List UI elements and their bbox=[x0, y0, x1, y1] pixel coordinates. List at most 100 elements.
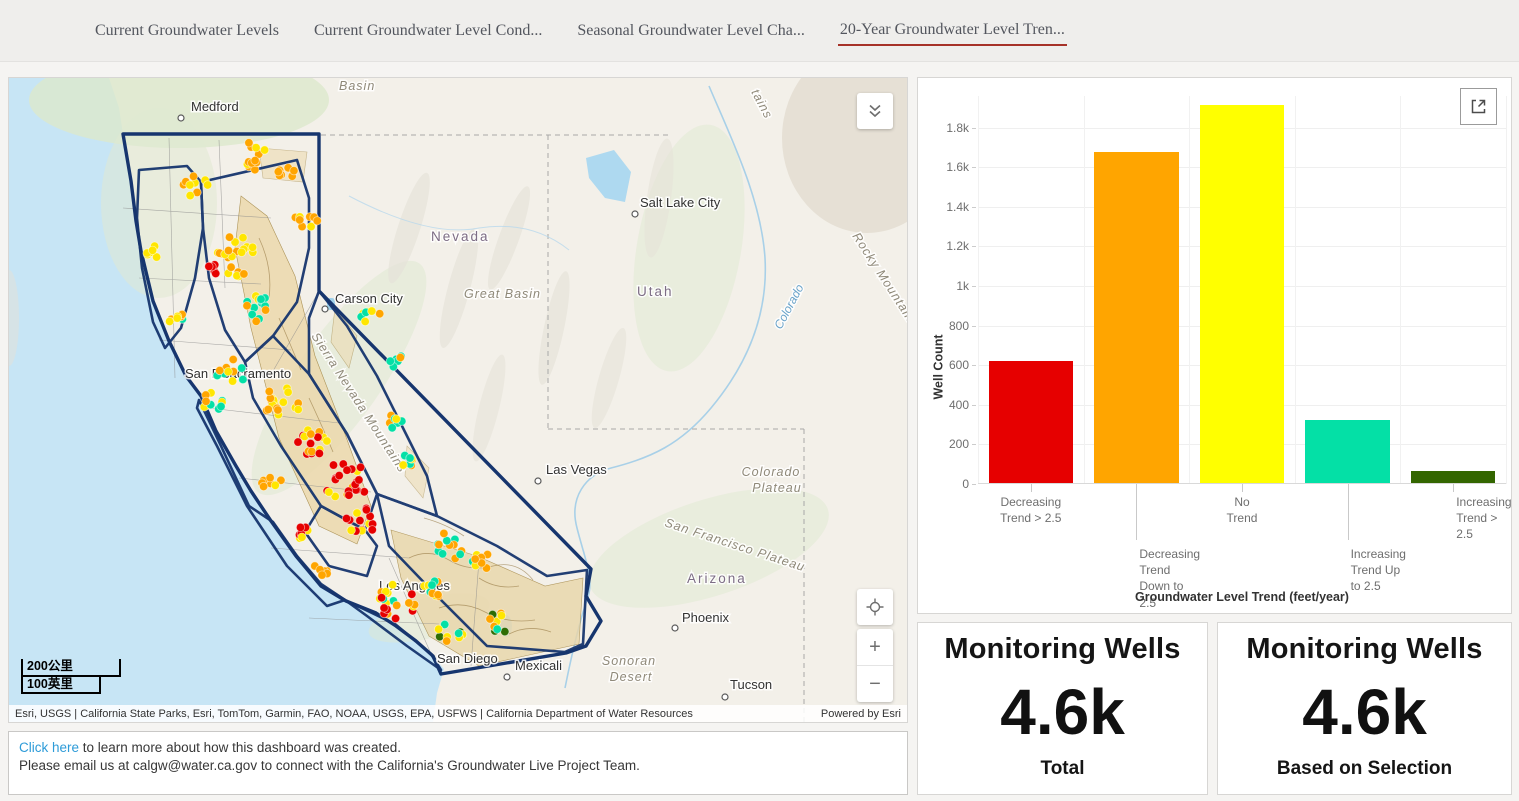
bar-3[interactable] bbox=[1305, 420, 1389, 483]
bar-4[interactable] bbox=[1411, 471, 1495, 483]
well-marker[interactable] bbox=[294, 405, 302, 413]
well-marker[interactable] bbox=[440, 529, 448, 537]
well-marker[interactable] bbox=[260, 146, 268, 154]
well-marker[interactable] bbox=[189, 172, 197, 180]
well-marker[interactable] bbox=[224, 246, 232, 254]
well-marker[interactable] bbox=[368, 307, 376, 315]
tab-0[interactable]: Current Groundwater Levels bbox=[93, 16, 281, 45]
well-marker[interactable] bbox=[335, 471, 343, 479]
well-marker[interactable] bbox=[486, 615, 494, 623]
well-marker[interactable] bbox=[353, 509, 361, 517]
well-marker[interactable] bbox=[362, 506, 370, 514]
zoom-out-button[interactable]: − bbox=[857, 666, 893, 702]
click-here-link[interactable]: Click here bbox=[19, 740, 79, 755]
tab-3-active[interactable]: 20-Year Groundwater Level Tren... bbox=[838, 15, 1067, 46]
well-marker[interactable] bbox=[329, 461, 337, 469]
well-marker[interactable] bbox=[238, 364, 246, 372]
locate-button[interactable] bbox=[857, 589, 893, 625]
well-marker[interactable] bbox=[388, 424, 396, 432]
well-marker[interactable] bbox=[376, 310, 384, 318]
well-marker[interactable] bbox=[261, 306, 269, 314]
well-marker[interactable] bbox=[438, 550, 446, 558]
tab-2[interactable]: Seasonal Groundwater Level Cha... bbox=[575, 16, 806, 45]
well-marker[interactable] bbox=[217, 402, 225, 410]
well-marker[interactable] bbox=[225, 233, 233, 241]
well-marker[interactable] bbox=[205, 262, 213, 270]
well-marker[interactable] bbox=[307, 430, 315, 438]
well-marker[interactable] bbox=[380, 604, 388, 612]
well-marker[interactable] bbox=[245, 139, 253, 147]
well-marker[interactable] bbox=[408, 590, 416, 598]
well-marker[interactable] bbox=[265, 387, 273, 395]
well-marker[interactable] bbox=[229, 355, 237, 363]
well-marker[interactable] bbox=[391, 614, 399, 622]
well-marker[interactable] bbox=[237, 248, 245, 256]
well-marker[interactable] bbox=[342, 514, 350, 522]
well-marker[interactable] bbox=[202, 397, 210, 405]
california-groundwater-map[interactable]: MedfordSalt Lake CityCarson CityLas Vega… bbox=[9, 78, 907, 722]
bar-2[interactable] bbox=[1200, 105, 1284, 483]
well-marker[interactable] bbox=[274, 406, 282, 414]
well-marker[interactable] bbox=[294, 438, 302, 446]
well-marker[interactable] bbox=[454, 629, 462, 637]
well-marker[interactable] bbox=[356, 516, 364, 524]
well-marker[interactable] bbox=[224, 368, 232, 376]
well-marker[interactable] bbox=[368, 526, 376, 534]
well-marker[interactable] bbox=[493, 625, 501, 633]
well-marker[interactable] bbox=[228, 377, 236, 385]
well-marker[interactable] bbox=[399, 461, 407, 469]
bar-1[interactable] bbox=[1094, 152, 1178, 483]
well-marker[interactable] bbox=[343, 466, 351, 474]
well-marker[interactable] bbox=[264, 405, 272, 413]
well-marker[interactable] bbox=[388, 581, 396, 589]
well-marker[interactable] bbox=[356, 463, 364, 471]
well-marker[interactable] bbox=[274, 168, 282, 176]
well-marker[interactable] bbox=[266, 474, 274, 482]
zoom-in-button[interactable]: + bbox=[857, 629, 893, 666]
well-marker[interactable] bbox=[240, 270, 248, 278]
well-marker[interactable] bbox=[405, 599, 413, 607]
well-marker[interactable] bbox=[173, 314, 181, 322]
well-marker[interactable] bbox=[434, 591, 442, 599]
well-marker[interactable] bbox=[251, 156, 259, 164]
collapse-panel-button[interactable] bbox=[857, 93, 893, 129]
well-marker[interactable] bbox=[203, 181, 211, 189]
well-marker[interactable] bbox=[347, 526, 355, 534]
well-marker[interactable] bbox=[355, 476, 363, 484]
well-marker[interactable] bbox=[443, 637, 451, 645]
well-marker[interactable] bbox=[406, 454, 414, 462]
well-marker[interactable] bbox=[239, 234, 247, 242]
well-marker[interactable] bbox=[315, 449, 323, 457]
well-marker[interactable] bbox=[165, 317, 173, 325]
well-marker[interactable] bbox=[148, 246, 156, 254]
well-marker[interactable] bbox=[396, 353, 404, 361]
well-marker[interactable] bbox=[296, 523, 304, 531]
well-marker[interactable] bbox=[471, 555, 479, 563]
well-marker[interactable] bbox=[298, 533, 306, 541]
well-marker[interactable] bbox=[257, 295, 265, 303]
well-marker[interactable] bbox=[313, 217, 321, 225]
well-marker[interactable] bbox=[345, 491, 353, 499]
tab-1[interactable]: Current Groundwater Level Cond... bbox=[312, 16, 544, 45]
bar-0[interactable] bbox=[989, 361, 1073, 483]
well-marker[interactable] bbox=[227, 263, 235, 271]
well-marker[interactable] bbox=[279, 398, 287, 406]
well-marker[interactable] bbox=[386, 357, 394, 365]
well-marker[interactable] bbox=[271, 481, 279, 489]
well-marker[interactable] bbox=[296, 216, 304, 224]
well-marker[interactable] bbox=[456, 550, 464, 558]
well-marker[interactable] bbox=[435, 540, 443, 548]
well-marker[interactable] bbox=[377, 594, 385, 602]
well-marker[interactable] bbox=[497, 611, 505, 619]
well-marker[interactable] bbox=[252, 144, 260, 152]
well-marker[interactable] bbox=[259, 482, 267, 490]
well-marker[interactable] bbox=[325, 488, 333, 496]
well-marker[interactable] bbox=[434, 625, 442, 633]
well-marker[interactable] bbox=[186, 191, 194, 199]
powered-by-esri[interactable]: Powered by Esri bbox=[821, 708, 901, 720]
well-marker[interactable] bbox=[239, 375, 247, 383]
well-marker[interactable] bbox=[392, 415, 400, 423]
well-marker[interactable] bbox=[360, 488, 368, 496]
well-marker[interactable] bbox=[248, 243, 256, 251]
well-marker[interactable] bbox=[323, 437, 331, 445]
